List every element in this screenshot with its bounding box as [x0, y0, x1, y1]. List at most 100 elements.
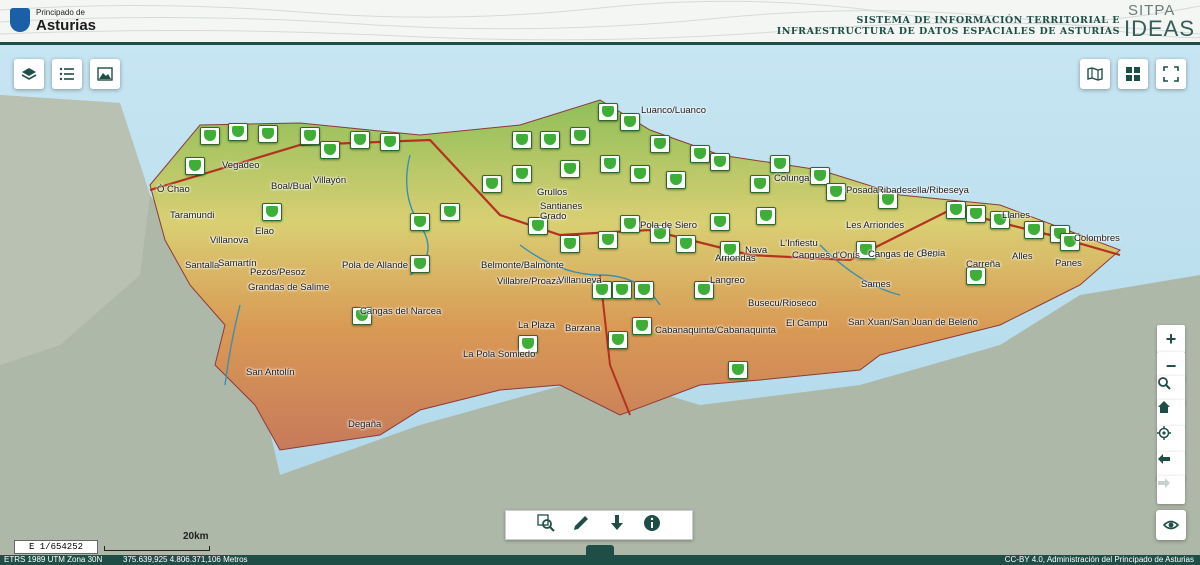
- place-label: Ribadesella/Ribeseya: [877, 185, 969, 196]
- place-label: Pola de Allande: [342, 260, 409, 271]
- map-marker[interactable]: [600, 155, 620, 173]
- home-button[interactable]: [1157, 400, 1185, 428]
- place-label: Llanes: [1002, 210, 1030, 221]
- map-marker[interactable]: [676, 235, 696, 253]
- place-label: Grado: [540, 211, 567, 222]
- info-button[interactable]: [643, 514, 661, 537]
- place-label: Sames: [861, 279, 891, 290]
- place-label: Elao: [255, 226, 275, 237]
- place-label: Santalla: [185, 260, 220, 271]
- map-marker[interactable]: [200, 127, 220, 145]
- map-marker[interactable]: [608, 331, 628, 349]
- map-marker[interactable]: [750, 175, 770, 193]
- map-marker[interactable]: [598, 231, 618, 249]
- map-marker[interactable]: [690, 145, 710, 163]
- fullscreen-button[interactable]: [1156, 59, 1186, 89]
- license-text: CC-BY 4.0, Administración del Principado…: [1004, 555, 1194, 564]
- map-marker[interactable]: [756, 207, 776, 225]
- place-label: Cangues d'Onís: [792, 250, 860, 261]
- map-marker[interactable]: [228, 123, 248, 141]
- map-marker[interactable]: [185, 157, 205, 175]
- place-label: Nava: [745, 245, 768, 256]
- place-label: Taramundi: [170, 210, 215, 221]
- map-marker[interactable]: [612, 281, 632, 299]
- map-marker[interactable]: [620, 113, 640, 131]
- map-marker[interactable]: [946, 201, 966, 219]
- place-label: Belmonte/Balmonte: [481, 260, 564, 271]
- map-marker[interactable]: [728, 361, 748, 379]
- place-label: Pezós/Pesoz: [250, 267, 306, 278]
- map-marker[interactable]: [966, 205, 986, 223]
- grid-icon: [1126, 67, 1140, 81]
- map-marker[interactable]: [560, 235, 580, 253]
- map-marker[interactable]: [380, 133, 400, 151]
- map-marker[interactable]: [632, 317, 652, 335]
- place-label: Grullos: [537, 187, 568, 198]
- zoom-in-button[interactable]: +: [1157, 325, 1185, 353]
- map-view-button[interactable]: [1080, 59, 1110, 89]
- map-marker[interactable]: [710, 153, 730, 171]
- map-marker[interactable]: [350, 131, 370, 149]
- map-marker[interactable]: [482, 175, 502, 193]
- map-marker[interactable]: [440, 203, 460, 221]
- map-marker[interactable]: [320, 141, 340, 159]
- map-marker[interactable]: [650, 135, 670, 153]
- logo-small-text: Principado de: [36, 8, 85, 17]
- scale-ratio: E 1/654252: [14, 540, 98, 554]
- layers-icon: [21, 68, 37, 80]
- zoom-magnifier-icon: [1158, 377, 1171, 390]
- map-marker[interactable]: [300, 127, 320, 145]
- map-marker[interactable]: [262, 203, 282, 221]
- map-marker[interactable]: [560, 160, 580, 178]
- brand-logo[interactable]: SITPA IDEAS: [1124, 2, 1196, 41]
- forward-button[interactable]: [1157, 476, 1185, 504]
- place-label: Luanco/Luanco: [641, 105, 706, 116]
- draw-button[interactable]: [572, 514, 590, 537]
- place-label: Boal/Bual: [271, 181, 312, 192]
- place-label: San Xuan/San Juan de Beleño: [848, 317, 978, 328]
- map-canvas[interactable]: [0, 45, 1200, 555]
- map-icon: [1087, 67, 1103, 81]
- scalebar: [104, 546, 210, 551]
- place-label: Langreo: [710, 275, 745, 286]
- map-marker[interactable]: [410, 213, 430, 231]
- grid-button[interactable]: [1118, 59, 1148, 89]
- system-title-line1: SISTEMA DE INFORMACIÓN TERRITORIAL E: [856, 15, 1120, 26]
- legend-button[interactable]: [52, 59, 82, 89]
- locate-button[interactable]: [1157, 426, 1185, 454]
- layers-button[interactable]: [14, 59, 44, 89]
- asturias-logo[interactable]: Principado de Asturias: [8, 6, 128, 36]
- map-marker[interactable]: [826, 183, 846, 201]
- map-marker[interactable]: [512, 131, 532, 149]
- map-view[interactable]: Luanco/Luanco Ò Chao Vegadeo Boal/Bual V…: [0, 45, 1200, 555]
- coords-text: 375.639,925 4.806.371,106 Metros: [123, 555, 248, 564]
- map-marker[interactable]: [540, 131, 560, 149]
- download-button[interactable]: [608, 514, 626, 537]
- map-marker[interactable]: [770, 155, 790, 173]
- system-title: SISTEMA DE INFORMACIÓN TERRITORIAL E INF…: [777, 15, 1120, 37]
- info-icon: [644, 514, 661, 531]
- map-marker[interactable]: [570, 127, 590, 145]
- collapse-tab[interactable]: [586, 545, 614, 555]
- home-icon: [1158, 401, 1170, 413]
- map-marker[interactable]: [710, 213, 730, 231]
- map-marker[interactable]: [512, 165, 532, 183]
- fullscreen-icon: [1163, 66, 1179, 82]
- map-marker[interactable]: [630, 165, 650, 183]
- map-marker[interactable]: [258, 125, 278, 143]
- search-zoom-button[interactable]: [537, 513, 555, 537]
- place-label: Cabanaquinta/Cabanaquinta: [655, 325, 776, 336]
- map-marker[interactable]: [1024, 221, 1044, 239]
- map-marker[interactable]: [666, 171, 686, 189]
- bottom-toolbar: [505, 510, 693, 540]
- place-label: Villanova: [210, 235, 249, 246]
- place-label: Colunga: [774, 173, 810, 184]
- arrow-left-icon: [1158, 454, 1170, 464]
- map-marker[interactable]: [598, 103, 618, 121]
- map-marker[interactable]: [410, 255, 430, 273]
- map-marker[interactable]: [634, 281, 654, 299]
- brand-bottom: IDEAS: [1124, 16, 1196, 41]
- visibility-button[interactable]: [1156, 510, 1186, 540]
- map-marker[interactable]: [620, 215, 640, 233]
- basemap-button[interactable]: [90, 59, 120, 89]
